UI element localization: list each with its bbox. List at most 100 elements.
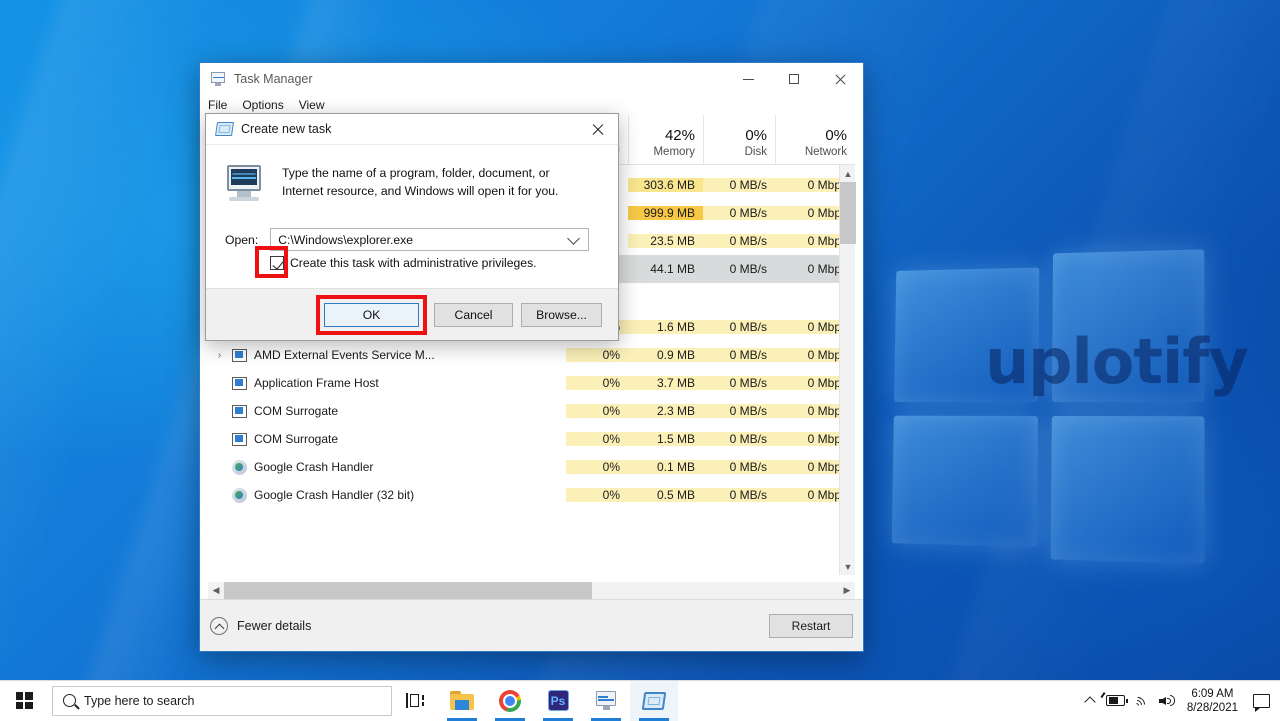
- process-name: Google Crash Handler: [254, 460, 374, 474]
- browse-button[interactable]: Browse...: [521, 303, 602, 327]
- cancel-button[interactable]: Cancel: [434, 303, 513, 327]
- fewer-details-button[interactable]: Fewer details: [210, 616, 311, 635]
- battery-charging-icon: [1100, 692, 1129, 706]
- clock-button[interactable]: 6:09 AM 8/28/2021: [1181, 687, 1248, 715]
- google-crash-handler-icon: [232, 487, 247, 503]
- vertical-scrollbar[interactable]: ▲ ▼: [839, 165, 856, 575]
- table-row[interactable]: Google Crash Handler 0% 0.1 MB 0 MB/s 0 Mbps: [208, 453, 855, 481]
- cell-disk: 0 MB/s: [703, 348, 775, 362]
- taskbar-app-adobe-photoshop[interactable]: Ps: [534, 681, 582, 721]
- cell-memory: 999.9 MB: [628, 206, 703, 220]
- windows-logo-icon: [15, 692, 33, 709]
- task-manager-icon: [595, 691, 618, 710]
- dialog-body: Type the name of a program, folder, docu…: [206, 145, 618, 288]
- menu-item-options[interactable]: Options: [242, 98, 283, 112]
- scroll-up-arrow[interactable]: ▲: [840, 165, 856, 182]
- hscroll-track[interactable]: [224, 582, 839, 599]
- volume-button[interactable]: [1155, 681, 1181, 721]
- scroll-left-arrow[interactable]: ◀: [208, 582, 224, 599]
- close-button[interactable]: [817, 64, 863, 95]
- search-input[interactable]: Type here to search: [52, 685, 392, 716]
- cell-memory: 23.5 MB: [628, 234, 703, 248]
- hscrollbar-thumb[interactable]: [224, 582, 592, 599]
- menu-item-file[interactable]: File: [208, 98, 227, 112]
- task-view-icon: [406, 693, 424, 708]
- horizontal-scrollbar[interactable]: ◀ ▶: [208, 582, 855, 599]
- cell-disk: 0 MB/s: [703, 206, 775, 220]
- cell-cpu: 0%: [566, 488, 628, 502]
- action-center-button[interactable]: [1248, 681, 1274, 721]
- scroll-down-arrow[interactable]: ▼: [840, 558, 856, 575]
- cell-disk: 0 MB/s: [703, 404, 775, 418]
- cell-disk: 0 MB/s: [703, 460, 775, 474]
- google-crash-handler-icon: [232, 459, 247, 475]
- taskbar-app-google-chrome[interactable]: [486, 681, 534, 721]
- photoshop-icon: Ps: [547, 690, 569, 711]
- open-combobox[interactable]: C:\Windows\explorer.exe: [270, 228, 590, 251]
- battery-button[interactable]: [1100, 681, 1129, 721]
- admin-privileges-label: Create this task with administrative pri…: [290, 256, 537, 270]
- task-manager-footer: Fewer details Restart: [200, 599, 863, 651]
- cell-disk: 0 MB/s: [703, 488, 775, 502]
- scrollbar-thumb[interactable]: [840, 182, 856, 244]
- run-dialog-icon: [641, 691, 667, 710]
- cell-memory: 2.3 MB: [628, 404, 703, 418]
- table-row[interactable]: COM Surrogate 0% 2.3 MB 0 MB/s 0 Mbps: [208, 397, 855, 425]
- open-input-value[interactable]: C:\Windows\explorer.exe: [278, 233, 569, 247]
- cell-cpu: 0%: [566, 460, 628, 474]
- windows-logo-wallpaper: [884, 247, 1213, 566]
- cell-memory: 0.9 MB: [628, 348, 703, 362]
- create-new-task-dialog: Create new task Type the name of a progr…: [205, 113, 619, 341]
- taskbar-app-create-new-task[interactable]: [630, 680, 678, 721]
- cell-memory: 3.7 MB: [628, 376, 703, 390]
- column-header-memory[interactable]: 42% Memory: [628, 115, 703, 164]
- chevron-down-icon[interactable]: [567, 231, 581, 245]
- process-name: Google Crash Handler (32 bit): [254, 488, 415, 502]
- table-row[interactable]: Google Crash Handler (32 bit) 0% 0.5 MB 0 M…: [208, 481, 855, 509]
- dialog-close-button[interactable]: [576, 114, 618, 144]
- search-icon: [63, 694, 76, 707]
- start-button[interactable]: [0, 681, 48, 721]
- taskbar-app-file-explorer[interactable]: [438, 681, 486, 721]
- cell-memory: 1.5 MB: [628, 432, 703, 446]
- table-row[interactable]: › AMD External Events Service M... 0% 0.9 M…: [208, 341, 855, 369]
- menu-bar: File Options View: [200, 95, 863, 115]
- restart-button[interactable]: Restart: [769, 613, 853, 638]
- window-controls: [725, 64, 863, 95]
- window-title: Task Manager: [234, 72, 313, 86]
- column-header-network[interactable]: 0% Network: [775, 115, 855, 164]
- maximize-button[interactable]: [771, 64, 817, 95]
- minimize-button[interactable]: [725, 64, 771, 95]
- cell-memory: 0.5 MB: [628, 488, 703, 502]
- cell-disk: 0 MB/s: [703, 234, 775, 248]
- cell-memory: 0.1 MB: [628, 460, 703, 474]
- scroll-right-arrow[interactable]: ▶: [839, 582, 855, 599]
- volume-icon: [1159, 694, 1176, 708]
- cell-memory: 303.6 MB: [628, 178, 703, 192]
- dialog-footer: OK Cancel Browse...: [206, 288, 618, 340]
- cell-cpu: 0%: [566, 432, 628, 446]
- admin-privileges-checkbox[interactable]: [270, 256, 284, 270]
- menu-item-view[interactable]: View: [299, 98, 325, 112]
- network-button[interactable]: [1126, 681, 1155, 721]
- dialog-title: Create new task: [241, 122, 332, 136]
- clock-time: 6:09 AM: [1191, 687, 1234, 700]
- wifi-icon: [1126, 693, 1151, 715]
- expand-arrow-icon[interactable]: ›: [214, 350, 225, 361]
- cell-disk: 0 MB/s: [703, 376, 775, 390]
- cell-cpu: 0%: [566, 376, 628, 390]
- process-name: COM Surrogate: [254, 432, 339, 446]
- task-view-button[interactable]: [392, 681, 438, 721]
- table-row[interactable]: COM Surrogate 0% 1.5 MB 0 MB/s 0 Mbps: [208, 425, 855, 453]
- cell-cpu: 0%: [566, 404, 628, 418]
- folder-icon: [450, 691, 474, 710]
- ok-button[interactable]: OK: [324, 303, 419, 327]
- table-row[interactable]: Application Frame Host 0% 3.7 MB 0 MB/s 0 Mb…: [208, 369, 855, 397]
- run-monitor-icon: [225, 165, 265, 203]
- generic-process-icon: [232, 348, 247, 362]
- show-hidden-icons-button[interactable]: [1077, 681, 1103, 721]
- action-center-icon: [1252, 693, 1270, 712]
- taskbar-app-task-manager[interactable]: [582, 681, 630, 721]
- cell-disk: 0 MB/s: [703, 320, 775, 334]
- column-header-disk[interactable]: 0% Disk: [703, 115, 775, 164]
